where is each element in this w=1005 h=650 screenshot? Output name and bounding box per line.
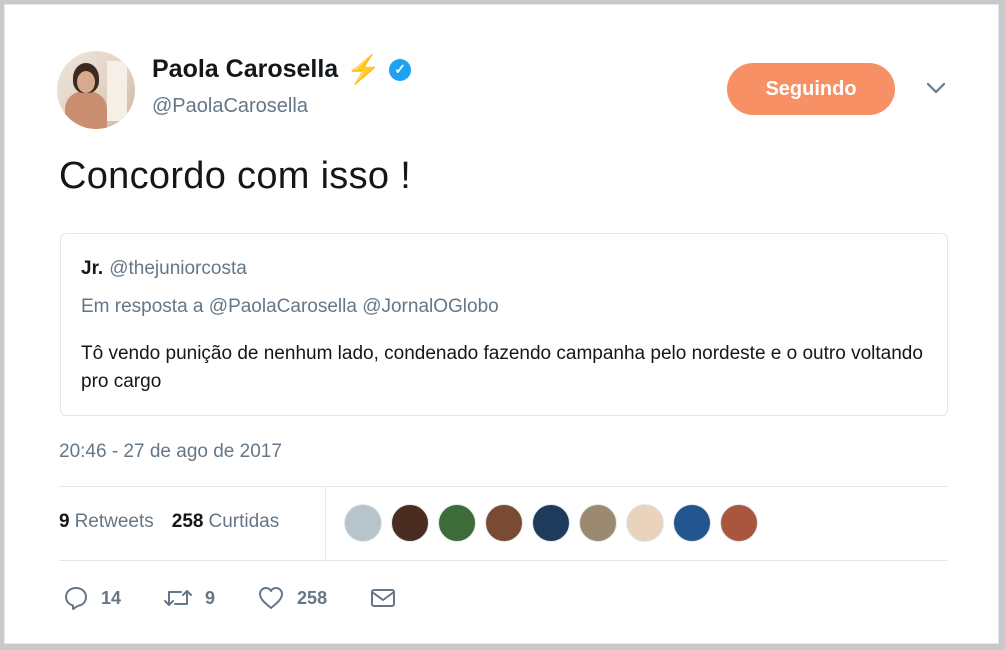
direct-message-button[interactable] <box>369 586 397 610</box>
author-avatar[interactable] <box>57 51 135 129</box>
reply-icon <box>65 587 87 610</box>
liker-avatar-2[interactable] <box>391 504 429 542</box>
divider <box>59 486 948 487</box>
retweets-stat[interactable]: 9 Retweets <box>59 511 154 533</box>
liker-avatar-7[interactable] <box>626 504 664 542</box>
tweet-stats: 9 Retweets 258 Curtidas <box>59 511 279 533</box>
likes-label: Curtidas <box>208 511 280 532</box>
like-count: 258 <box>297 587 328 608</box>
liker-avatar-4[interactable] <box>485 504 523 542</box>
liker-avatars <box>344 504 758 542</box>
divider <box>59 560 948 561</box>
retweets-count: 9 <box>59 511 70 532</box>
liker-avatar-3[interactable] <box>438 504 476 542</box>
lightning-emoji: ⚡ <box>346 53 382 85</box>
following-button[interactable]: Seguindo <box>727 63 895 115</box>
author-handle[interactable]: @PaolaCarosella <box>152 95 308 118</box>
tweet-card: Paola Carosella ⚡ ✓ @PaolaCarosella Segu… <box>4 4 999 644</box>
chevron-down-icon[interactable] <box>923 75 949 101</box>
retweets-label: Retweets <box>74 511 154 532</box>
like-button[interactable]: 258 <box>257 585 327 611</box>
likes-stat[interactable]: 258 Curtidas <box>172 511 279 533</box>
tweet-actions: 14 9 258 <box>63 585 439 611</box>
like-icon <box>259 587 284 609</box>
liker-avatar-5[interactable] <box>532 504 570 542</box>
reply-button[interactable]: 14 <box>63 585 121 611</box>
author-name-row: Paola Carosella ⚡ ✓ <box>152 53 412 85</box>
liker-avatar-9[interactable] <box>720 504 758 542</box>
quoted-tweet-text: Tô vendo punição de nenhum lado, condena… <box>81 343 923 392</box>
reply-count: 14 <box>101 587 122 608</box>
quoted-author-handle: @thejuniorcosta <box>109 258 247 279</box>
author-display-name[interactable]: Paola Carosella <box>152 55 338 84</box>
quoted-tweet[interactable]: Jr. @thejuniorcosta Em resposta a @PaolaC… <box>60 233 948 416</box>
liker-avatar-6[interactable] <box>579 504 617 542</box>
retweet-count: 9 <box>205 587 216 608</box>
retweet-icon <box>164 590 193 606</box>
tweet-text: Concordo com isso ! <box>59 155 412 197</box>
tweet-timestamp[interactable]: 20:46 - 27 de ago de 2017 <box>59 441 282 463</box>
retweet-button[interactable]: 9 <box>163 585 215 611</box>
liker-avatar-1[interactable] <box>344 504 382 542</box>
quoted-author-name: Jr. <box>81 258 104 279</box>
liker-avatar-8[interactable] <box>673 504 711 542</box>
quoted-reply-context: Em resposta a @PaolaCarosella @JornalOGl… <box>81 296 499 317</box>
stats-divider <box>325 487 326 560</box>
likes-count: 258 <box>171 511 204 532</box>
direct-message-icon <box>371 589 396 607</box>
verified-badge-icon: ✓ <box>389 58 412 81</box>
quoted-tweet-header: Jr. @thejuniorcosta <box>81 258 247 280</box>
